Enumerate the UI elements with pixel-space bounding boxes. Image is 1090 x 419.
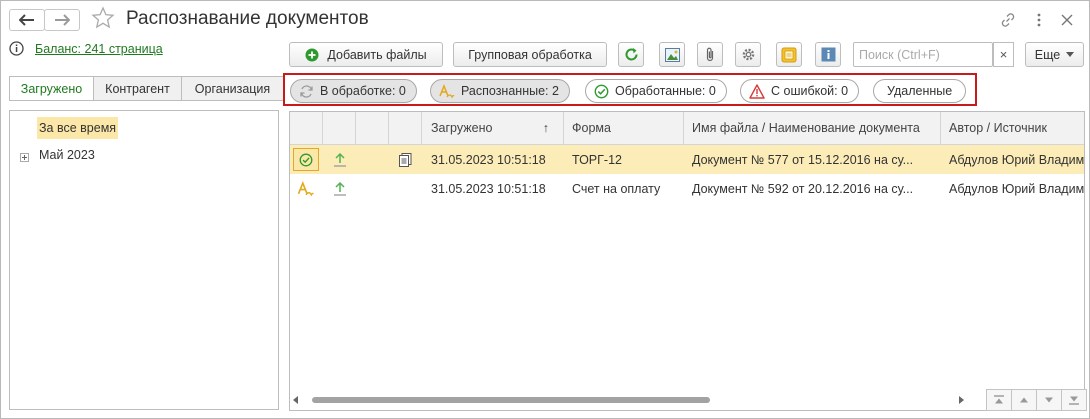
more-vertical-icon[interactable] — [1028, 9, 1050, 31]
clear-search-button[interactable]: × — [993, 42, 1014, 67]
upload-arrow-icon — [323, 145, 356, 174]
header-blank-col[interactable] — [356, 112, 389, 144]
recognize-icon — [439, 83, 455, 98]
status-recognized-icon — [290, 174, 323, 203]
group-processing-button[interactable]: Групповая обработка — [453, 42, 607, 67]
file-icon — [389, 145, 422, 174]
arrow-left-icon — [19, 14, 34, 26]
tab-uploaded[interactable]: Загружено — [9, 76, 94, 101]
horizontal-scrollbar[interactable] — [290, 392, 970, 408]
pagination — [986, 389, 1087, 411]
refresh-icon — [625, 48, 637, 61]
tree-item-month[interactable]: Май 2023 — [20, 148, 95, 162]
warning-icon — [749, 83, 765, 99]
cell-author: Абдулов Юрий Владим — [949, 181, 1085, 196]
cell-author: Абдулов Юрий Владим — [949, 152, 1085, 167]
close-icon[interactable] — [1056, 9, 1078, 31]
header-status-col[interactable] — [290, 112, 323, 144]
add-files-label: Добавить файлы — [327, 47, 427, 62]
header-upload-col[interactable] — [323, 112, 356, 144]
header-uploaded-label: Загружено — [431, 121, 493, 135]
filter-recognized-label: Распознанные: 2 — [461, 84, 559, 98]
cell-form: Счет на оплату — [572, 181, 661, 196]
cell-form: ТОРГ-12 — [572, 152, 622, 167]
info-button[interactable] — [815, 42, 841, 67]
favorite-star-icon[interactable] — [91, 6, 115, 30]
more-label: Еще — [1034, 47, 1061, 62]
paperclip-icon — [706, 47, 714, 62]
upload-arrow-icon — [323, 174, 356, 203]
balance-link[interactable]: Баланс: 241 страница — [35, 42, 163, 56]
refresh-button[interactable] — [618, 42, 644, 67]
gear-icon — [742, 48, 754, 61]
cell-filename: Документ № 592 от 20.12.2016 на су... — [692, 181, 914, 196]
header-form[interactable]: Форма — [564, 112, 684, 144]
header-uploaded[interactable]: Загружено ↑ — [422, 112, 564, 144]
table-header: Загружено ↑ Форма Имя файла / Наименован… — [290, 112, 1084, 145]
info-icon — [821, 47, 835, 62]
link-icon[interactable] — [997, 9, 1019, 31]
arrow-right-icon — [55, 14, 70, 26]
add-circle-icon — [305, 48, 319, 61]
period-tree: За все время Май 2023 — [9, 110, 279, 410]
search-input[interactable]: Поиск (Ctrl+F) — [853, 42, 993, 67]
filter-error[interactable]: С ошибкой: 0 — [740, 79, 860, 103]
document-scan-icon — [781, 47, 797, 62]
filter-recognized[interactable]: Распознанные: 2 — [430, 79, 570, 103]
more-button[interactable]: Еще — [1025, 42, 1084, 67]
filter-in-progress[interactable]: В обработке: 0 — [290, 79, 417, 103]
check-circle-icon — [594, 84, 609, 98]
status-processed-icon — [293, 148, 319, 171]
tree-item-all-time[interactable]: За все время — [37, 117, 119, 139]
tree-item-month-label: Май 2023 — [39, 148, 95, 162]
expand-plus-icon[interactable] — [20, 151, 29, 162]
info-circle-icon — [9, 41, 24, 56]
prev-page-icon[interactable] — [1011, 389, 1037, 411]
scan-document-button[interactable] — [776, 42, 802, 67]
header-filename[interactable]: Имя файла / Наименование документа — [684, 112, 941, 144]
image-button[interactable] — [659, 42, 685, 67]
header-file-col[interactable] — [389, 112, 422, 144]
last-page-icon[interactable] — [1061, 389, 1087, 411]
cell-filename: Документ № 577 от 15.12.2016 на су... — [692, 152, 914, 167]
cell-uploaded: 31.05.2023 10:51:18 — [431, 181, 546, 196]
filter-in-progress-label: В обработке: 0 — [320, 84, 406, 98]
left-tabs: Загружено Контрагент Организация — [9, 76, 284, 101]
forward-button[interactable] — [44, 9, 80, 31]
chevron-down-icon — [1066, 52, 1075, 57]
sync-icon — [300, 84, 313, 98]
add-files-button[interactable]: Добавить файлы — [289, 42, 443, 67]
attach-button[interactable] — [697, 42, 723, 67]
next-page-icon[interactable] — [1036, 389, 1062, 411]
cell-uploaded: 31.05.2023 10:51:18 — [431, 152, 546, 167]
back-button[interactable] — [9, 9, 45, 31]
tab-counterparty[interactable]: Контрагент — [93, 76, 182, 101]
first-page-icon[interactable] — [986, 389, 1012, 411]
filter-deleted[interactable]: Удаленные — [873, 79, 967, 103]
tab-organization[interactable]: Организация — [181, 76, 284, 101]
filter-processed[interactable]: Обработанные: 0 — [585, 79, 727, 103]
filter-processed-label: Обработанные: 0 — [615, 84, 716, 98]
table-row[interactable]: 31.05.2023 10:51:18 Счет на оплату Докум… — [290, 174, 1085, 203]
page-title: Распознавание документов — [126, 8, 369, 29]
header-author[interactable]: Автор / Источник — [941, 112, 1084, 144]
filter-error-label: С ошибкой: 0 — [771, 84, 849, 98]
table-row[interactable]: 31.05.2023 10:51:18 ТОРГ-12 Документ № 5… — [290, 145, 1085, 174]
sort-ascending-icon: ↑ — [542, 121, 549, 135]
documents-table: Загружено ↑ Форма Имя файла / Наименован… — [289, 111, 1085, 411]
image-icon — [664, 47, 680, 62]
settings-button[interactable] — [735, 42, 761, 67]
